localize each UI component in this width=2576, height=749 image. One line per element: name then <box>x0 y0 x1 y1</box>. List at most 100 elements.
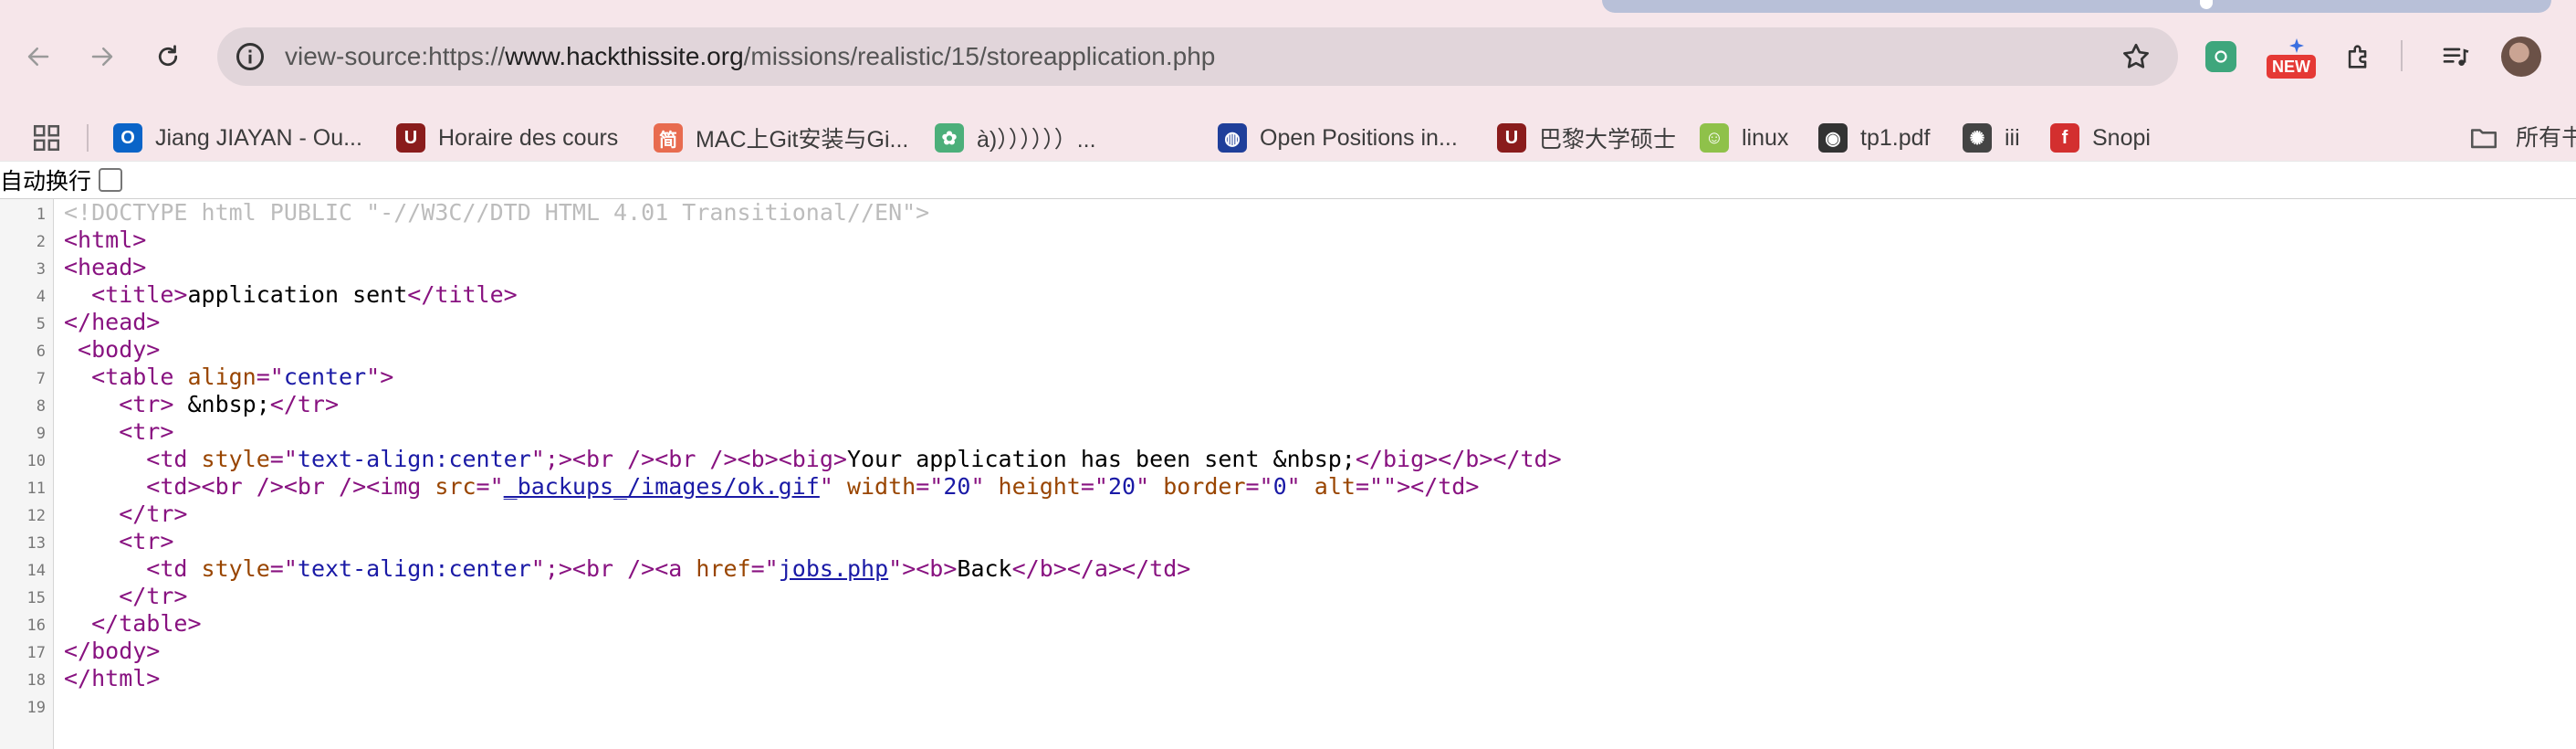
attribute-name: align <box>187 364 257 390</box>
bookmark-item[interactable]: ✺ iii <box>1963 115 2020 161</box>
source-line: 11 <td><br /><br /><img src="_backups_/i… <box>0 473 2576 501</box>
source-line: 16 </table> <box>0 610 2576 638</box>
bookmark-label: 巴黎大学硕士 <box>1539 127 1677 153</box>
openai-icon: ✺ <box>1963 123 1992 153</box>
bookmark-item[interactable]: ◍ Open Positions in... <box>1218 115 1458 161</box>
line-number: 12 <box>26 507 46 525</box>
tag-text: =" <box>750 555 779 582</box>
bookmark-item[interactable]: O Jiang JIAYAN - Ou... <box>113 115 362 161</box>
tag-text: </head> <box>64 309 161 335</box>
source-line: 13 <tr> <box>0 528 2576 555</box>
line-wrap-checkbox[interactable] <box>99 168 123 192</box>
bookmark-star-icon[interactable] <box>2120 40 2152 73</box>
site-info-icon[interactable] <box>234 40 267 73</box>
profile-avatar[interactable] <box>2501 37 2541 77</box>
line-number: 3 <box>36 260 46 279</box>
extensions-button[interactable] <box>2339 37 2379 77</box>
attribute-name: border <box>1163 473 1246 500</box>
text-content: application sent <box>187 281 408 308</box>
new-badge[interactable]: NEW <box>2267 55 2316 79</box>
bookmark-item[interactable]: U 巴黎大学硕士 <box>1497 115 1676 161</box>
attribute-name: width <box>846 473 916 500</box>
reload-button[interactable] <box>146 35 190 79</box>
line-number: 6 <box>36 343 46 361</box>
tag-text: "> <box>366 364 394 390</box>
address-bar[interactable]: view-source:https://www.hackthissite.org… <box>217 27 2178 86</box>
snopi-icon: f <box>2050 123 2079 153</box>
source-line: 3 <head> <box>0 254 2576 281</box>
back-button[interactable] <box>16 35 60 79</box>
tag-text: <body> <box>64 336 161 363</box>
apps-grid-icon[interactable] <box>31 122 62 153</box>
source-line: 5 </head> <box>0 309 2576 336</box>
line-number: 14 <box>26 562 46 580</box>
bookmarks-separator <box>87 124 89 152</box>
line-number: 4 <box>36 288 46 306</box>
line-number: 15 <box>26 589 46 607</box>
source-line: 18 </html> <box>0 665 2576 692</box>
url-path: /missions/realistic/15/storeapplication.… <box>743 42 1216 70</box>
tag-text: ";><br /><a <box>530 555 696 582</box>
source-line: 15 </tr> <box>0 583 2576 610</box>
university-icon: U <box>1497 123 1526 153</box>
bookmark-label: MAC上Git安装与Gi... <box>696 127 909 153</box>
playlist-icon <box>2443 47 2469 66</box>
tag-text: <td <box>64 555 202 582</box>
attribute-name: alt <box>1314 473 1356 500</box>
paw-icon: ✿ <box>935 123 964 153</box>
bookmark-item[interactable]: ◉ tp1.pdf <box>1818 115 1930 161</box>
doctype-text: <!DOCTYPE html PUBLIC "-//W3C//DTD HTML … <box>64 199 930 226</box>
bookmark-item[interactable]: U Horaire des cours <box>396 115 618 161</box>
tag-text: </title> <box>407 281 518 308</box>
tag-text: </big></b></td> <box>1355 446 1562 472</box>
bookmark-label: Snopi <box>2092 124 2151 151</box>
source-view: 1 <!DOCTYPE html PUBLIC "-//W3C//DTD HTML… <box>0 199 2576 720</box>
attribute-name: height <box>998 473 1081 500</box>
tag-text: " <box>1286 473 1314 500</box>
attribute-value: text-align:center <box>297 446 531 472</box>
forward-button[interactable] <box>80 35 124 79</box>
all-bookmarks-link[interactable]: 所有书 <box>2516 115 2576 161</box>
text-content: Back <box>957 555 1012 582</box>
attribute-value: 20 <box>1107 473 1136 500</box>
bookmark-item[interactable]: ✿ à)））））））... <box>935 115 1096 161</box>
attribute-name: src <box>435 473 476 500</box>
url-scheme: view-source:https:// <box>285 42 506 70</box>
source-line: 14 <td style="text-align:center";><br />… <box>0 555 2576 583</box>
line-number: 1 <box>36 206 46 224</box>
line-number: 9 <box>36 425 46 443</box>
tab-strip <box>1602 0 2551 13</box>
url-text[interactable]: view-source:https://www.hackthissite.org… <box>285 27 1215 86</box>
tag-text: </table> <box>64 610 202 637</box>
tag-text: <table <box>64 364 188 390</box>
line-wrap-bar: 自动换行 <box>0 161 2576 199</box>
bookmark-item[interactable]: 简 MAC上Git安装与Gi... <box>654 115 908 161</box>
bookmark-label: iii <box>2005 124 2020 151</box>
bookmark-label: linux <box>1742 124 1789 151</box>
tag-text: =" <box>1080 473 1108 500</box>
university-icon: U <box>396 123 425 153</box>
linux-icon: ☺ <box>1700 123 1729 153</box>
bookmark-item[interactable]: f Snopi <box>2050 115 2151 161</box>
tag-text: </body> <box>64 638 161 664</box>
image-src-link[interactable]: _backups_/images/ok.gif <box>504 473 820 500</box>
bookmark-item[interactable]: ☺ linux <box>1700 115 1788 161</box>
chatgpt-extension-icon[interactable] <box>2205 41 2236 72</box>
tag-text: <title> <box>64 281 188 308</box>
tag-text: <td <box>64 446 202 472</box>
arrow-left-icon <box>27 47 49 66</box>
line-number: 19 <box>26 699 46 717</box>
tag-text: " <box>1136 473 1164 500</box>
reload-icon <box>158 45 178 67</box>
tag-text: </tr> <box>64 501 188 527</box>
folder-icon <box>2470 129 2497 149</box>
source-line: 17 </body> <box>0 638 2576 665</box>
media-control-button[interactable] <box>2435 37 2476 77</box>
tag-text: =" <box>1245 473 1273 500</box>
toolbar-divider <box>2401 40 2403 71</box>
attribute-value: center <box>283 364 367 390</box>
line-number: 18 <box>26 671 46 690</box>
bookmarks-bar: O Jiang JIAYAN - Ou... U Horaire des cours 简… <box>0 115 2576 161</box>
tag-text: "><b> <box>888 555 958 582</box>
href-link[interactable]: jobs.php <box>779 555 888 582</box>
